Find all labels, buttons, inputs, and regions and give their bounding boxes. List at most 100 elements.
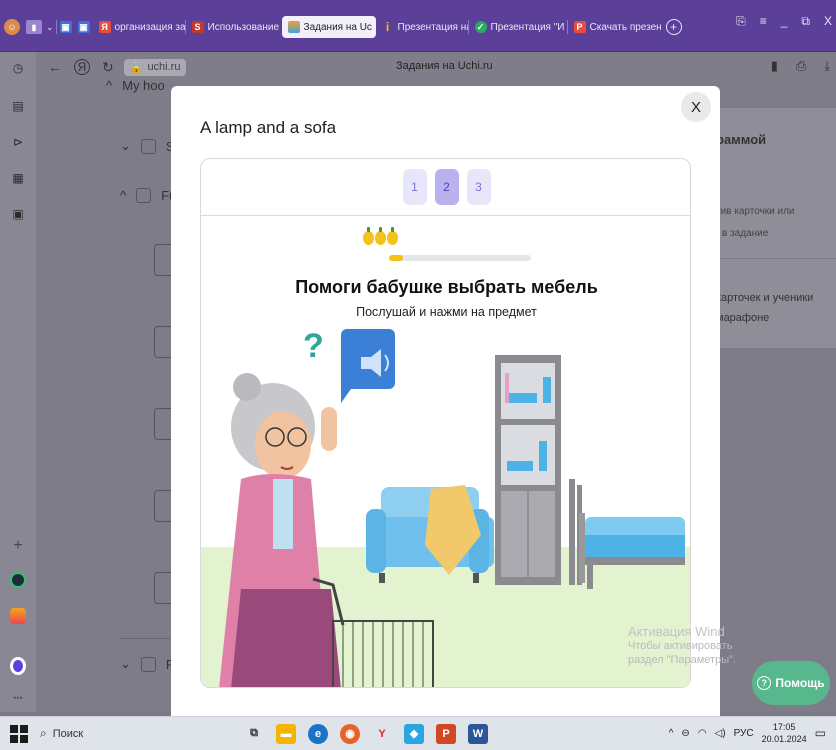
mail-app-icon[interactable]: [8, 606, 28, 626]
calculator-icon[interactable]: ▦: [8, 168, 28, 188]
play-icon[interactable]: ⊳: [8, 132, 28, 152]
bookmark-icon[interactable]: ▮: [771, 58, 778, 74]
pinned-app-icon: ▣: [77, 21, 90, 33]
listen-button[interactable]: [341, 329, 395, 403]
task-view-icon[interactable]: ⧉: [244, 724, 264, 744]
yandex-browser-icon[interactable]: Y: [372, 724, 392, 744]
more-icon[interactable]: •••: [8, 688, 28, 708]
collections-icon[interactable]: ⎘: [736, 14, 746, 29]
messenger-app-icon[interactable]: [8, 656, 28, 676]
edge-icon[interactable]: e: [308, 723, 328, 744]
scene-illustration: ?: [201, 327, 690, 687]
row-checkbox[interactable]: [140, 656, 156, 672]
tab-label: организация зан: [114, 21, 185, 33]
clock[interactable]: 17:05 20.01.2024: [762, 721, 807, 745]
powerpoint-taskbar-icon[interactable]: P: [436, 723, 456, 744]
info-card: раммой тив карточки или в задание карточ…: [702, 108, 836, 348]
help-icon: ?: [757, 676, 772, 690]
gallery-icon[interactable]: ▣: [8, 204, 28, 224]
page-button-3[interactable]: 3: [466, 169, 491, 205]
tab-organizaciya[interactable]: Я организация зан: [93, 16, 185, 38]
page-button-1[interactable]: 1: [402, 169, 427, 205]
tab-pinned-1[interactable]: ▣: [57, 16, 75, 38]
system-tray: ^ ⊖ ◠ ◁) РУС 17:05 20.01.2024 ▭: [669, 721, 826, 745]
task-frame: 1 2 3 Помоги бабушке выбрать мебель Посл…: [200, 158, 691, 688]
address-bar-actions: ▮ ⎙ ⤓: [771, 58, 830, 74]
history-icon[interactable]: ◷: [8, 58, 28, 78]
battery-icon[interactable]: ⊖: [681, 728, 689, 739]
windows-start-icon[interactable]: [10, 724, 28, 743]
tab-ispolzovanie[interactable]: S Использование: [186, 16, 282, 38]
page-button-2[interactable]: 2: [434, 169, 459, 205]
close-modal-button[interactable]: X: [681, 92, 711, 122]
info-icon: i: [385, 20, 390, 34]
section-header[interactable]: ^ My hoo: [106, 78, 165, 93]
chevron-up-icon: ^: [120, 188, 127, 203]
clock-time: 17:05: [772, 722, 796, 732]
volume-icon[interactable]: ◁): [715, 728, 726, 739]
tab-pinned-2[interactable]: ▣: [75, 16, 93, 38]
help-button[interactable]: ? Помощь: [752, 661, 830, 705]
watermark-line: Активация Wind: [628, 624, 725, 639]
plus-icon: +: [665, 19, 682, 35]
network-icon[interactable]: ◠: [698, 728, 707, 739]
file-explorer-icon[interactable]: ▬: [276, 723, 296, 744]
tab-prezentaciya-2[interactable]: ✓ Презентация "И: [469, 16, 567, 38]
grandma-character: [219, 373, 341, 687]
download-icon[interactable]: ⤓: [824, 58, 830, 74]
notes-icon[interactable]: ▤: [8, 96, 28, 116]
windows-taskbar: ⌕ Поиск ⧉ ▬ e ◉ Y ◆ P W ^ ⊖ ◠ ◁) РУС 17:…: [0, 716, 836, 750]
list-row[interactable]: ^ Fu: [120, 188, 176, 203]
menu-icon[interactable]: ≡: [760, 14, 767, 29]
new-tab-button[interactable]: +: [662, 16, 686, 38]
taskbar-app-icon[interactable]: ◆: [404, 723, 424, 744]
s-app-icon: S: [191, 21, 204, 33]
tab-label: Задания на Uc: [303, 21, 372, 33]
watermark-line: раздел "Параметры".: [628, 654, 737, 666]
reload-icon[interactable]: ↻: [102, 59, 114, 76]
notifications-icon[interactable]: ▭: [815, 726, 826, 740]
back-icon[interactable]: ←: [48, 59, 62, 75]
help-label: Помощь: [775, 676, 825, 690]
restore-icon[interactable]: ⧉: [801, 14, 810, 29]
minimize-icon[interactable]: _: [781, 14, 788, 29]
divider: [702, 258, 836, 259]
tray-chevron-icon[interactable]: ^: [669, 728, 674, 739]
tabs-menu-button[interactable]: ▮ ⌄: [24, 16, 56, 38]
card-text: в задание: [722, 228, 769, 239]
taskbar-search[interactable]: ⌕ Поиск: [40, 726, 210, 741]
url-field[interactable]: 🔒 uchi.ru: [123, 58, 187, 76]
row-checkbox[interactable]: [140, 138, 156, 154]
page-title: Задания на Uchi.ru: [396, 60, 493, 72]
tab-skachat-prezentaciyu[interactable]: P Скачать презент: [568, 16, 662, 38]
tab-prezentaciya-1[interactable]: i Презентация на: [376, 16, 468, 38]
add-panel-icon[interactable]: +: [8, 536, 28, 556]
uchi-icon: [287, 21, 300, 33]
tab-label: Использование: [207, 21, 280, 33]
clock-date: 20.01.2024: [761, 734, 807, 744]
row-checkbox[interactable]: [136, 188, 152, 203]
word-taskbar-icon[interactable]: W: [468, 723, 488, 744]
search-icon: ⌕: [40, 726, 47, 740]
tab-label: Презентация "И: [490, 21, 565, 33]
url-text: uchi.ru: [147, 61, 181, 73]
close-window-icon[interactable]: X: [824, 14, 832, 29]
divider: [120, 638, 170, 639]
tab-zadaniya-uchi[interactable]: Задания на Uc X: [281, 16, 376, 38]
alice-app-icon[interactable]: [8, 570, 28, 590]
task-pager: 1 2 3: [201, 159, 690, 216]
firefox-icon[interactable]: ◉: [340, 723, 360, 744]
bookcase-object[interactable]: [495, 355, 561, 585]
browser-tab-bar: ☺ ▮ ⌄ ▣ ▣ Я организация зан S Использова…: [0, 0, 836, 52]
search-placeholder: Поиск: [52, 727, 84, 740]
card-title: раммой: [716, 132, 767, 147]
windows-activation-watermark: Активация Wind Чтобы активировать раздел…: [628, 625, 736, 667]
yandex-home-icon[interactable]: Я: [74, 59, 90, 75]
yandex-icon: Я: [98, 21, 111, 33]
browser-profile-icon[interactable]: ☺: [0, 16, 24, 38]
reader-icon[interactable]: ⎙: [796, 58, 806, 74]
section-title: My hoo: [122, 78, 165, 93]
language-indicator[interactable]: РУС: [734, 728, 754, 739]
card-text: марафоне: [716, 312, 770, 324]
tab-row: ☺ ▮ ⌄ ▣ ▣ Я организация зан S Использова…: [0, 14, 836, 40]
